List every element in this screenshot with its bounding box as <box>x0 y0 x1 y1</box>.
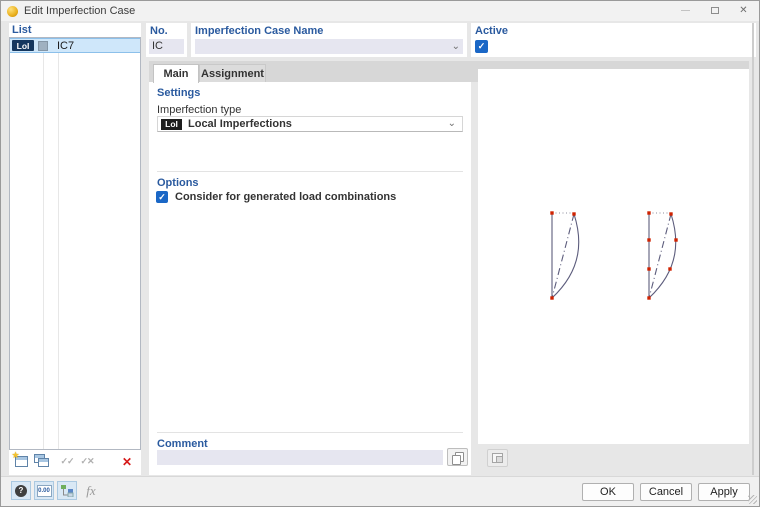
comment-input[interactable] <box>157 450 443 465</box>
titlebar[interactable]: Edit Imperfection Case ✕ <box>1 1 759 21</box>
list-header: List <box>12 24 32 36</box>
list-toolbar: ★ ✓✓ ✓✕ ✕ <box>9 450 141 472</box>
close-button[interactable]: ✕ <box>729 1 758 20</box>
section-divider <box>157 432 463 433</box>
comment-templates-button[interactable] <box>447 448 468 466</box>
panel-edge-divider <box>752 23 754 475</box>
active-checkbox[interactable]: ✓ <box>475 40 488 53</box>
new-case-icon: ★ <box>12 450 28 467</box>
no-field[interactable]: IC <box>149 39 184 54</box>
delete-icon: ✕ <box>121 454 133 469</box>
case-name-input[interactable] <box>195 40 452 53</box>
delete-case-button[interactable]: ✕ <box>118 453 136 470</box>
ok-button[interactable]: OK <box>582 483 634 501</box>
section-divider <box>157 171 463 172</box>
imperfection-diagram <box>550 211 678 300</box>
case-name-panel: Imperfection Case Name ⌄ <box>191 23 467 57</box>
imperfection-type-badge: LoI <box>161 118 182 130</box>
check-icon: ✓ <box>158 191 166 202</box>
new-case-button[interactable]: ★ <box>12 450 30 470</box>
consider-load-combinations-row: ✓ Consider for generated load combinatio… <box>156 191 396 203</box>
dialog-icon <box>7 5 18 17</box>
cancel-button[interactable]: Cancel <box>640 483 692 501</box>
list-item-ic7[interactable]: LoI IC7 <box>10 38 140 53</box>
help-icon: ? <box>15 484 27 497</box>
tab-assignment[interactable]: Assignment <box>199 64 266 83</box>
list-grid-line <box>43 38 44 449</box>
copy-case-button[interactable] <box>32 453 50 470</box>
window-title: Edit Imperfection Case <box>24 5 136 17</box>
units-icon: 0.00 <box>36 484 52 497</box>
no-label: No. <box>150 25 168 37</box>
active-label: Active <box>475 25 509 37</box>
case-name-header: Imperfection Case Name <box>195 25 324 37</box>
comment-header: Comment <box>157 438 208 450</box>
apply-button[interactable]: Apply <box>698 483 750 501</box>
imperfection-type-combobox[interactable]: LoI Local Imperfections ⌄ <box>157 116 463 132</box>
imperfection-type-value: Local Imperfections <box>188 118 292 130</box>
chevron-down-icon[interactable]: ⌄ <box>452 41 460 51</box>
footer-bar: ? 0.00 fx OK Cancel Apply <box>1 476 759 506</box>
case-color-swatch <box>38 40 48 51</box>
formula-icon: fx <box>86 482 96 498</box>
maximize-button[interactable] <box>700 1 729 20</box>
main-tab-panel: Settings Imperfection type LoI Local Imp… <box>149 82 471 475</box>
resize-grip[interactable] <box>748 495 757 504</box>
case-name-combobox[interactable]: ⌄ <box>195 39 463 54</box>
options-header: Options <box>157 177 199 189</box>
settings-header: Settings <box>157 87 201 99</box>
list-grid-line <box>58 38 59 449</box>
check-cross-icon: ✓✕ <box>80 456 94 466</box>
graphic-preview-panel <box>478 69 749 444</box>
configuration-tree-icon <box>60 484 73 497</box>
graphic-settings-icon <box>492 453 503 463</box>
no-panel: No. IC <box>146 23 187 57</box>
maximize-icon <box>710 7 719 14</box>
minimize-button[interactable] <box>671 1 700 20</box>
minimize-icon <box>681 10 690 11</box>
tab-main[interactable]: Main <box>153 64 199 83</box>
case-name-label: IC7 <box>57 39 75 52</box>
case-list[interactable]: LoI IC7 <box>9 37 141 450</box>
close-icon: ✕ <box>739 4 748 16</box>
edit-imperfection-case-dialog: Edit Imperfection Case ✕ List LoI IC7 ★ <box>0 0 760 507</box>
check-icon: ✓ <box>477 41 486 51</box>
configuration-button[interactable] <box>57 481 77 500</box>
chevron-down-icon[interactable]: ⌄ <box>448 119 456 129</box>
graphic-settings-button[interactable] <box>487 449 508 467</box>
active-panel: Active ✓ <box>471 23 756 57</box>
case-list-panel: List LoI IC7 ★ ✓✓ ✓✕ ✕ <box>9 23 141 475</box>
imperfection-type-badge: LoI <box>12 40 34 51</box>
invert-selection-button[interactable]: ✓✕ <box>78 453 96 470</box>
imperfection-type-label: Imperfection type <box>157 104 242 116</box>
comment-field-wrap <box>157 450 443 465</box>
copy-icon <box>452 451 464 465</box>
consider-load-combinations-checkbox[interactable]: ✓ <box>156 191 168 203</box>
formula-button[interactable]: fx <box>81 481 101 500</box>
double-check-icon: ✓✓ <box>60 456 74 466</box>
units-settings-button[interactable]: 0.00 <box>34 481 54 500</box>
star-icon: ★ <box>11 450 20 460</box>
copy-case-icon <box>38 458 49 467</box>
help-button[interactable]: ? <box>11 481 31 500</box>
window-controls: ✕ <box>671 1 758 20</box>
consider-load-combinations-label: Consider for generated load combinations <box>175 191 397 203</box>
select-all-button[interactable]: ✓✓ <box>58 453 76 470</box>
